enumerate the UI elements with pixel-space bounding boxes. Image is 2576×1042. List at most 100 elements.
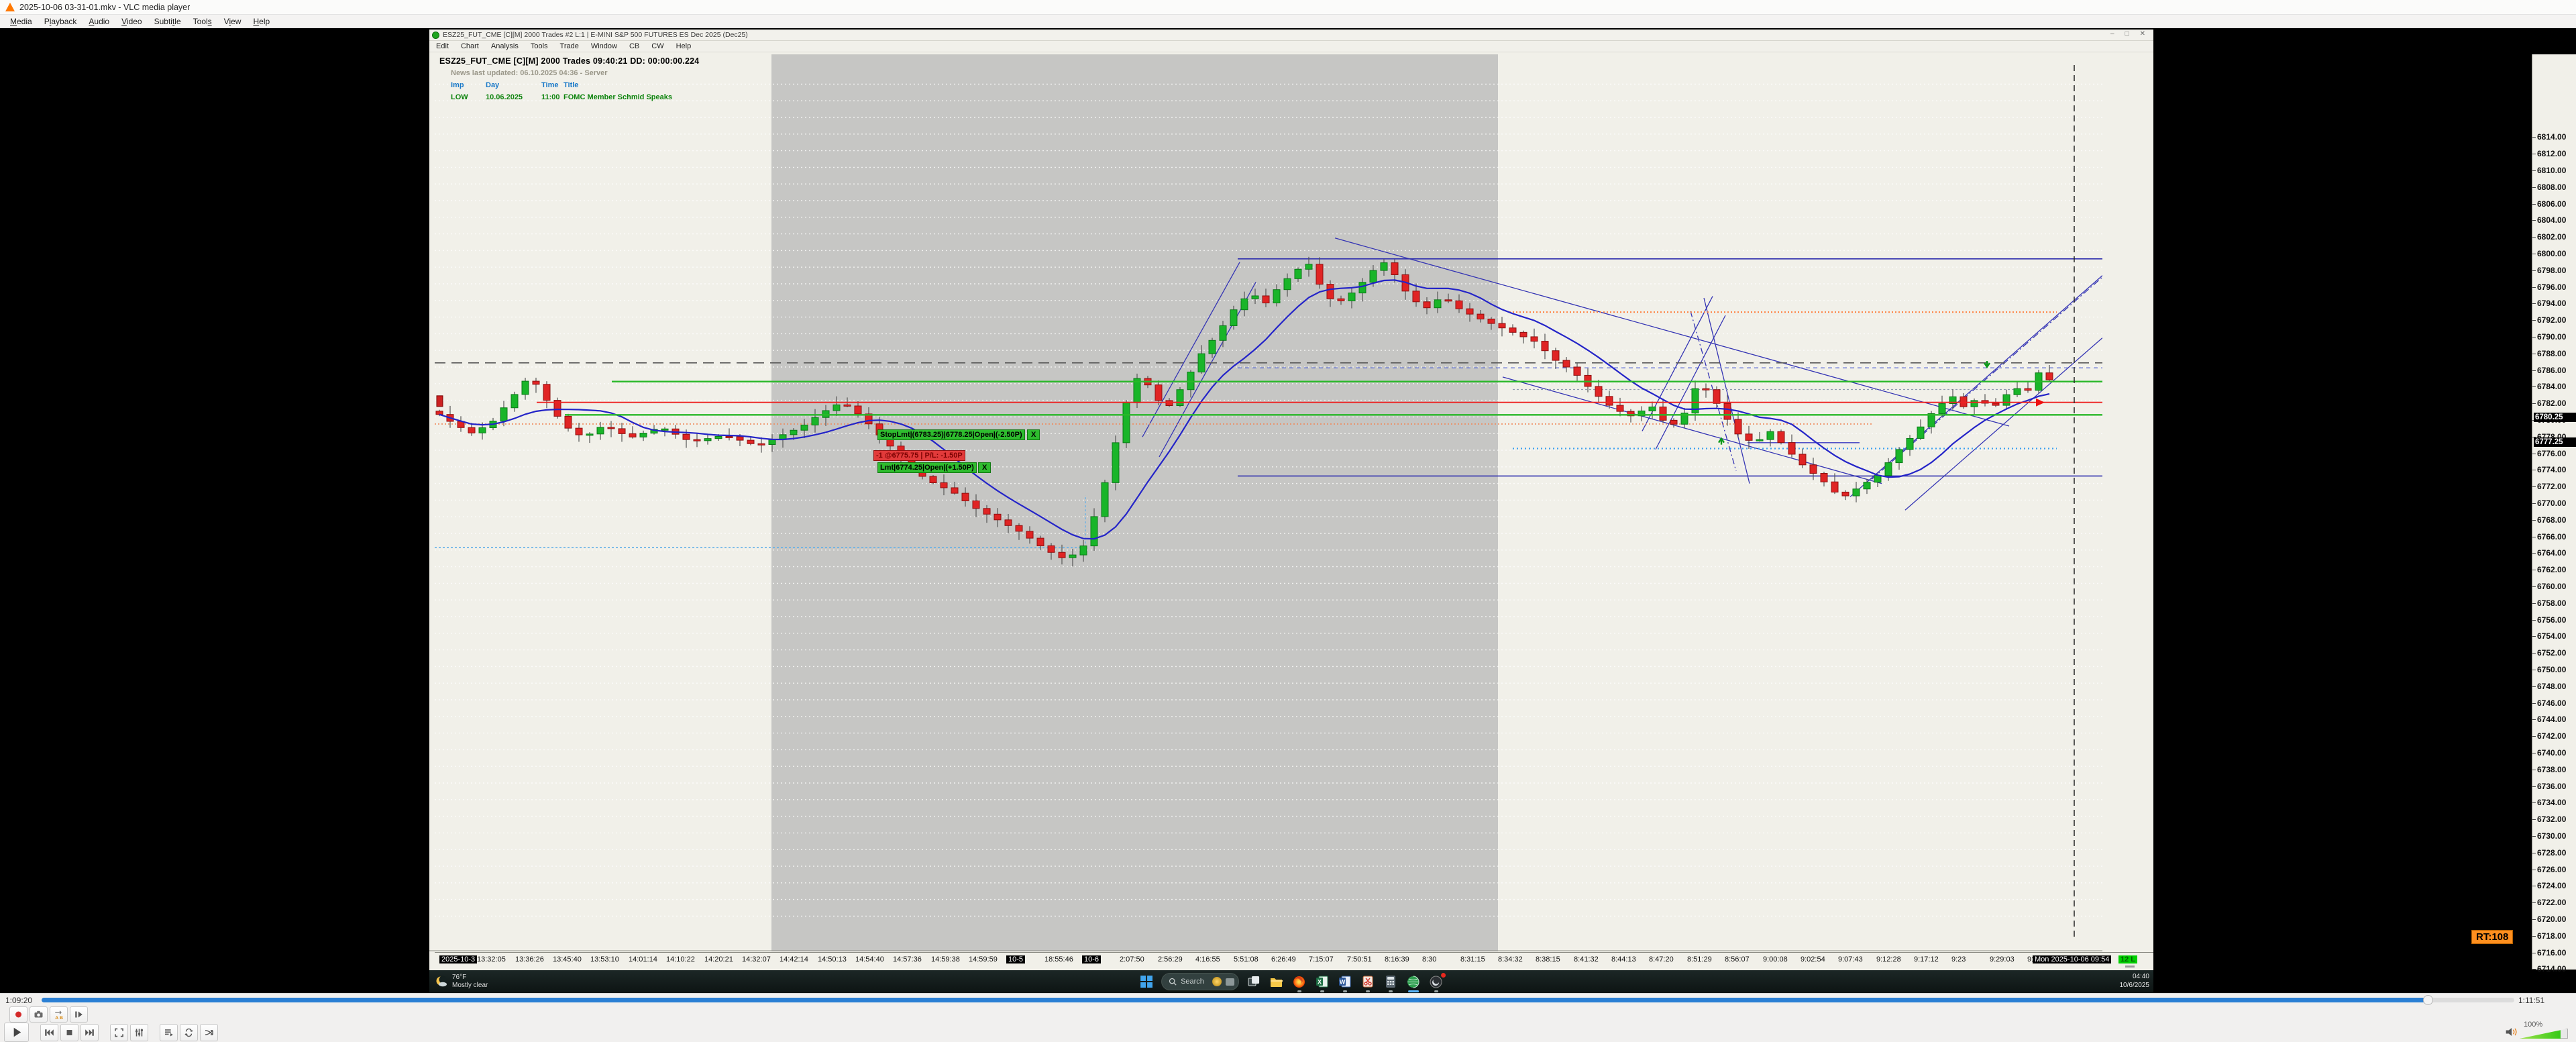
news-cell: FOMC Member Schmid Speaks — [564, 93, 672, 101]
volume-speaker-icon[interactable] — [2505, 1026, 2518, 1038]
task-view-icon[interactable] — [1246, 974, 1262, 990]
vlc-fullscreen-button[interactable] — [110, 1024, 128, 1041]
obs-icon[interactable] — [1428, 974, 1444, 990]
chart-menu-edit[interactable]: Edit — [436, 42, 449, 50]
vlc-menu-subtitle[interactable]: Subtitle — [148, 16, 187, 27]
vlc-menu-playback[interactable]: Playback — [38, 16, 83, 27]
candlestick — [1359, 282, 1366, 293]
vlc-random-button[interactable] — [200, 1024, 218, 1041]
vlc-ab-loop-button[interactable]: AB — [50, 1006, 68, 1023]
file-explorer-icon[interactable] — [1269, 974, 1285, 990]
vlc-stop-button[interactable] — [60, 1024, 78, 1041]
word-icon[interactable]: W — [1337, 974, 1353, 990]
price-tick — [2532, 320, 2536, 321]
vlc-loop-button[interactable] — [180, 1024, 198, 1041]
candlestick — [2046, 373, 2053, 380]
chart-menu-help[interactable]: Help — [676, 42, 692, 50]
price-tick — [2532, 270, 2536, 271]
excel-icon[interactable]: X — [1314, 974, 1330, 990]
chart-window-close-button[interactable]: ✕ — [2140, 30, 2145, 38]
start-icon[interactable] — [1138, 974, 1155, 990]
volume-percent-label: 100% — [2524, 1021, 2542, 1029]
frame-step-icon — [72, 1008, 85, 1021]
time-axis[interactable]: 2025-10-313:32:0513:36:2613:45:4013:53:1… — [435, 952, 2153, 970]
chart-window-title-bar[interactable]: ESZ25_FUT_CME [C][M] 2000 Trades #2 L:1 … — [429, 30, 2153, 41]
record-icon — [12, 1008, 25, 1021]
price-axis-label: 6810.00 — [2537, 166, 2566, 175]
vlc-record-button[interactable] — [9, 1006, 28, 1023]
candlestick — [2014, 388, 2021, 395]
stop-order-label[interactable]: StopLmt|(6783.25)|6778.25|Open|(-2.50P) — [877, 429, 1025, 440]
vlc-menu-help[interactable]: Help — [247, 16, 276, 27]
vlc-snapshot-button[interactable] — [30, 1006, 48, 1023]
candlestick — [833, 405, 840, 411]
price-axis-label: 6750.00 — [2537, 665, 2566, 674]
vlc-next-button[interactable] — [80, 1024, 99, 1041]
price-axis-label: 6800.00 — [2537, 249, 2566, 258]
vlc-menu-video[interactable]: Video — [115, 16, 148, 27]
stop-order-cancel-button[interactable]: X — [1027, 429, 1040, 440]
price-axis-label: 6764.00 — [2537, 548, 2566, 558]
chart-menu-cw[interactable]: CW — [651, 42, 663, 50]
vlc-previous-button[interactable] — [40, 1024, 58, 1041]
vlc-menu-media[interactable]: Media — [4, 16, 38, 27]
vlc-frame-step-button[interactable] — [70, 1006, 88, 1023]
video-area[interactable]: ESZ25_FUT_CME [C][M] 2000 Trades #2 L:1 … — [0, 28, 2576, 993]
time-axis-label: 4:16:55 — [1195, 955, 1220, 963]
firefox-icon[interactable] — [1291, 974, 1307, 990]
vlc-menu-audio[interactable]: Audio — [83, 16, 115, 27]
price-tick — [2532, 653, 2536, 654]
time-axis-scroll-nub[interactable] — [2125, 966, 2135, 968]
vlc-playlist-button[interactable] — [160, 1024, 178, 1041]
price-chart-plot[interactable] — [429, 54, 2102, 951]
limit-order-label[interactable]: Lmt|6774.25|Open|(+1.50P) — [877, 462, 977, 473]
candlestick — [1348, 293, 1355, 301]
chart-menu-analysis[interactable]: Analysis — [491, 42, 519, 50]
candlestick — [769, 439, 775, 444]
taskbar-search-box[interactable]: Search — [1161, 973, 1239, 990]
position-label[interactable]: -1 @6775.75 | P/L: -1.50P — [873, 450, 965, 461]
chart-menu-tools[interactable]: Tools — [531, 42, 548, 50]
news-col-title: Title — [564, 81, 578, 89]
notification-badge — [1441, 973, 1446, 978]
vlc-play-button[interactable] — [4, 1023, 29, 1042]
candlestick — [1552, 351, 1559, 360]
calculator-icon[interactable] — [1383, 974, 1399, 990]
time-axis-label: 13:32:05 — [477, 955, 506, 963]
price-axis-label: 6776.00 — [2537, 449, 2566, 458]
price-tick — [2532, 204, 2536, 205]
vlc-menu-view[interactable]: View — [218, 16, 248, 27]
price-axis-label: 6772.00 — [2537, 482, 2566, 491]
price-axis-label: 6746.00 — [2537, 698, 2566, 708]
running-indicator — [1320, 990, 1324, 992]
candlestick — [1531, 337, 1538, 342]
candlestick — [790, 430, 797, 435]
vlc-menu-tools[interactable]: Tools — [187, 16, 218, 27]
vlc-extended-settings-button[interactable] — [130, 1024, 148, 1041]
candlestick — [1896, 450, 1902, 463]
candlestick — [1370, 270, 1377, 282]
taskbar-clock[interactable]: 04:40 10/6/2025 — [2120, 972, 2150, 990]
time-axis-label: 2:56:29 — [1158, 955, 1183, 963]
chart-window-maximize-button[interactable]: □ — [2125, 30, 2129, 38]
limit-order-cancel-button[interactable]: X — [978, 462, 991, 473]
snipping-tool-icon[interactable] — [1360, 974, 1376, 990]
candlestick — [1542, 342, 1548, 351]
price-tick — [2532, 586, 2536, 587]
candlestick — [1424, 302, 1430, 308]
vlc-seek-thumb[interactable] — [2423, 995, 2433, 1005]
price-axis[interactable]: 6814.006812.006810.006808.006806.006804.… — [2532, 54, 2576, 970]
chart-menu-cb[interactable]: CB — [629, 42, 639, 50]
candlestick — [1864, 482, 1870, 489]
price-axis-label: 6716.00 — [2537, 948, 2566, 957]
chart-menu-trade[interactable]: Trade — [560, 42, 579, 50]
globe-app-icon[interactable] — [1405, 974, 1421, 990]
chart-window-minimize-button[interactable]: – — [2110, 30, 2114, 38]
volume-slider[interactable] — [2520, 1029, 2568, 1039]
taskbar-weather-widget[interactable]: 76°F Mostly clear — [435, 974, 488, 990]
chart-menu-window[interactable]: Window — [591, 42, 617, 50]
chart-menu-chart[interactable]: Chart — [461, 42, 479, 50]
time-axis-label: 7:15:07 — [1309, 955, 1334, 963]
candlestick — [468, 427, 475, 433]
vlc-seek-bar[interactable] — [42, 998, 2514, 1002]
